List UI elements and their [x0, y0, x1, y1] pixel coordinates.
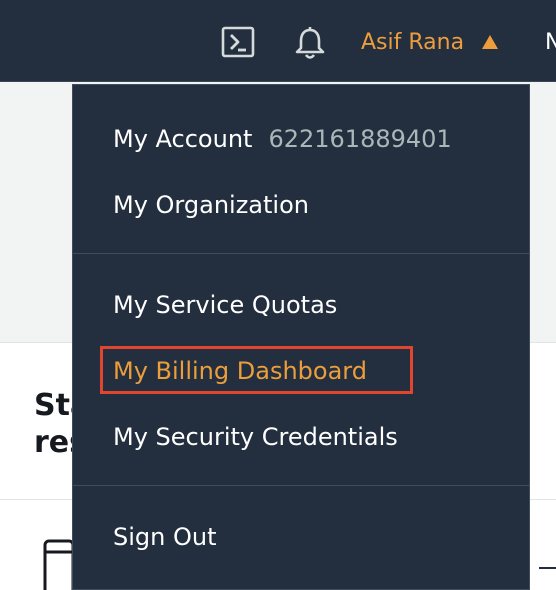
menu-divider [73, 485, 529, 486]
menu-divider [73, 253, 529, 254]
menu-item-my-billing-dashboard[interactable]: My Billing Dashboard [113, 351, 367, 391]
bell-icon[interactable] [292, 25, 328, 61]
region-selector[interactable]: N [545, 26, 556, 58]
menu-item-label: Sign Out [113, 523, 217, 551]
caret-up-icon [482, 35, 499, 49]
user-account-menu[interactable]: Asif Rana [361, 26, 499, 58]
menu-item-label: My Security Credentials [113, 423, 398, 451]
device-icon [43, 539, 75, 590]
account-id: 622161889401 [268, 125, 452, 153]
menu-item-my-service-quotas[interactable]: My Service Quotas [113, 285, 337, 325]
menu-item-label: My Billing Dashboard [113, 357, 367, 385]
top-navigation-bar: Asif Rana N [0, 0, 556, 82]
background-edge-line [539, 567, 556, 569]
user-name: Asif Rana [361, 29, 465, 55]
menu-item-sign-out[interactable]: Sign Out [113, 517, 217, 557]
console-page: Sta res Asif Rana N My Account 622161889… [0, 0, 556, 590]
menu-item-my-account[interactable]: My Account 622161889401 [113, 119, 452, 159]
menu-item-label: My Organization [113, 191, 309, 219]
menu-item-label: My Account [113, 125, 253, 153]
region-label: N [545, 29, 556, 55]
cloudshell-icon[interactable] [221, 26, 255, 58]
account-dropdown-menu: My Account 622161889401 My Organization … [72, 84, 530, 590]
menu-item-my-security-credentials[interactable]: My Security Credentials [113, 417, 398, 457]
menu-item-my-organization[interactable]: My Organization [113, 185, 309, 225]
menu-item-label: My Service Quotas [113, 291, 338, 319]
